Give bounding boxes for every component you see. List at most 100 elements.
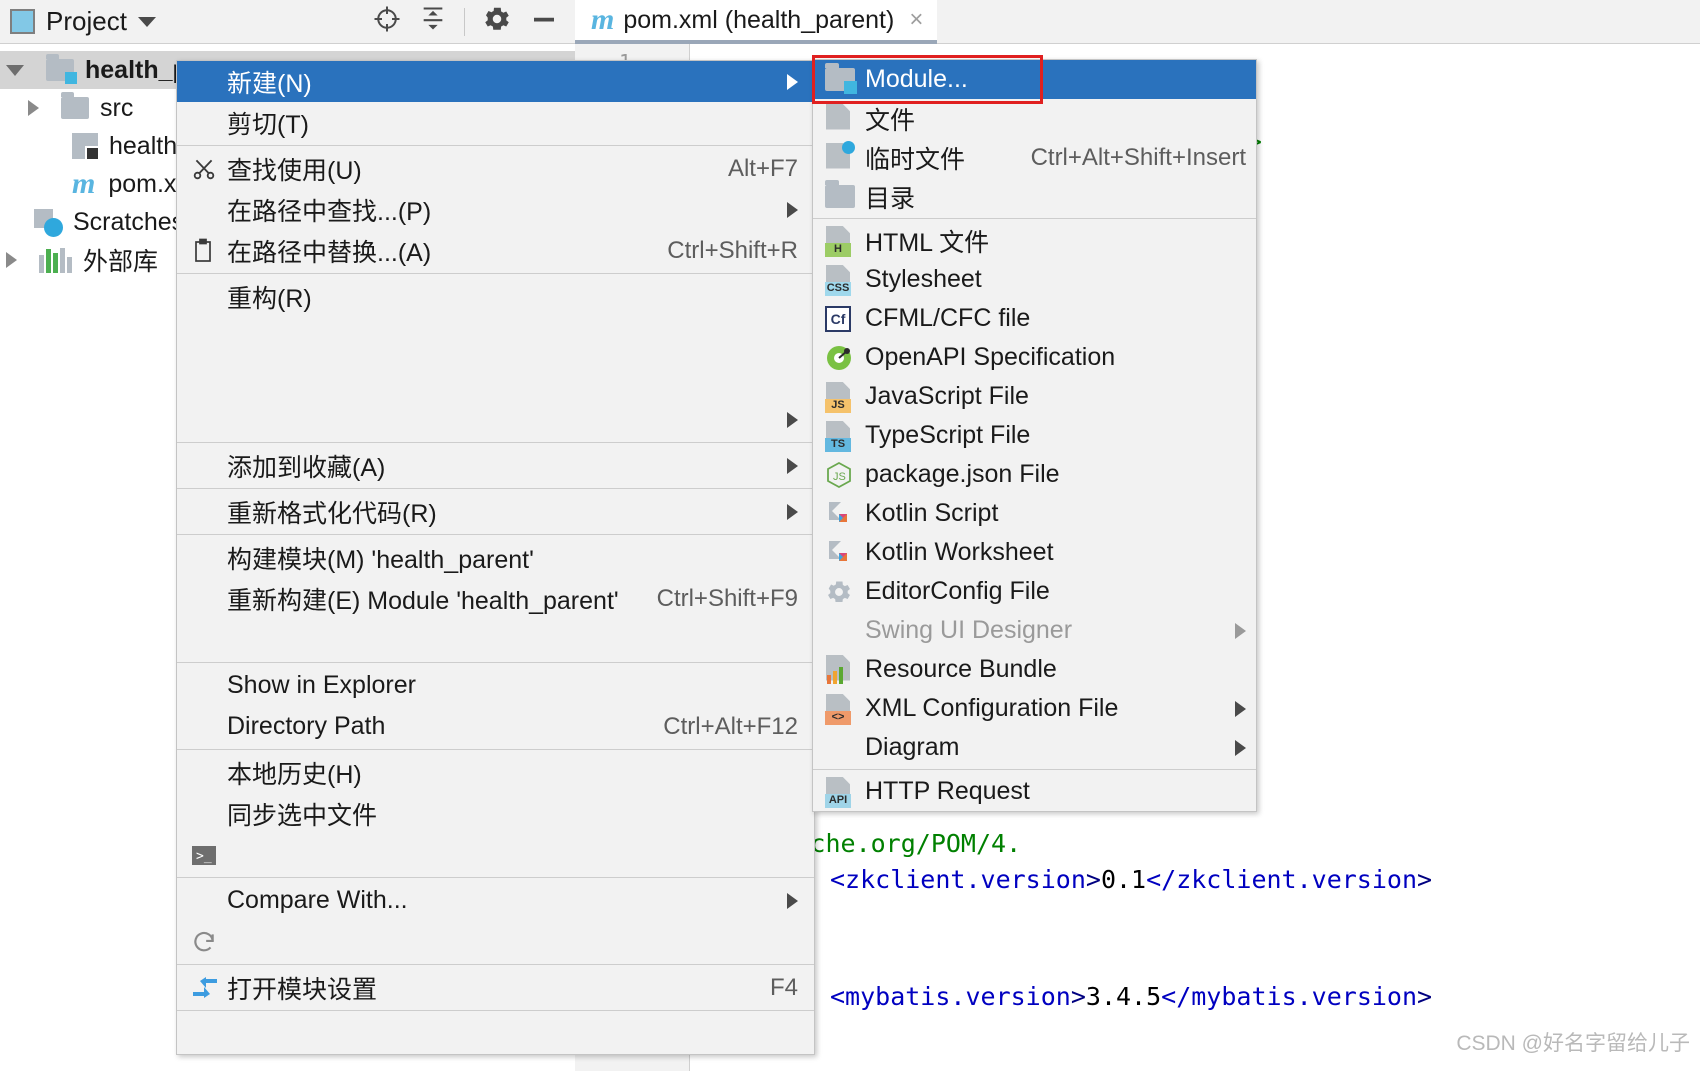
submenu-item-directory[interactable]: 目录 (813, 177, 1256, 216)
tree-item-label: 外部库 (83, 248, 159, 276)
module-folder-icon (825, 63, 865, 94)
menu-item-local-history[interactable]: Compare With... (177, 880, 814, 921)
submenu-item-label: Kotlin Worksheet (865, 538, 1054, 566)
http-request-icon: API (825, 776, 865, 808)
svg-text:JS: JS (833, 471, 846, 483)
menu-item-copy[interactable]: 在路径中查找...(P) (177, 189, 814, 230)
openapi-icon (825, 344, 865, 372)
submenu-item-label: 文件 (865, 106, 916, 135)
hide-icon[interactable] (529, 4, 559, 39)
submenu-item-editorconfig-file[interactable]: EditorConfig File (813, 572, 1256, 611)
submenu-item-scratch-file[interactable]: 临时文件 Ctrl+Alt+Shift+Insert (813, 138, 1256, 177)
submenu-item-html-file[interactable]: H HTML 文件 (813, 221, 1256, 260)
menu-item-synchronize[interactable] (177, 921, 814, 962)
menu-item-add-framework-support[interactable]: 剪切(T) (177, 102, 814, 143)
chevron-right-icon[interactable] (28, 100, 39, 116)
chevron-right-icon (787, 73, 798, 90)
submenu-separator (813, 769, 1256, 770)
menu-item-cut[interactable]: 查找使用(U) Alt+F7 (177, 148, 814, 189)
menu-item-directory-path[interactable]: 同步选中文件 (177, 793, 814, 834)
menu-item-label: 构建模块(M) 'health_parent' (227, 545, 534, 574)
tree-item-label: src (100, 93, 134, 122)
menu-separator (177, 749, 814, 750)
submenu-item-resource-bundle[interactable]: Resource Bundle (813, 650, 1256, 689)
project-toolwindow-header: Project (0, 0, 575, 44)
submenu-item-kotlin-script[interactable]: Kotlin Script (813, 494, 1256, 533)
menu-item-label: 在路径中替换...(A) (227, 238, 432, 267)
editor-tab-pom-xml[interactable]: m pom.xml (health_parent) × (575, 0, 938, 44)
menu-item-find-usages[interactable]: 重构(R) (177, 276, 814, 317)
tree-item-scratches[interactable]: Scratches a (0, 203, 205, 241)
submenu-item-label: XML Configuration File (865, 694, 1119, 722)
tree-item-external-libraries[interactable]: 外部库 (0, 241, 158, 279)
menu-item-open-in-terminal[interactable]: >_ (177, 834, 814, 875)
menu-item-label: 剪切(T) (227, 110, 309, 139)
menu-separator (177, 442, 814, 443)
menu-item-remove-module[interactable] (177, 619, 814, 660)
submenu-item-openapi-specification[interactable]: OpenAPI Specification (813, 338, 1256, 377)
submenu-item-label: Diagram (865, 733, 960, 761)
submenu-item-javascript-file[interactable]: JS JavaScript File (813, 377, 1256, 416)
chevron-right-icon (787, 457, 798, 474)
menu-item-find-in-path[interactable] (177, 317, 814, 358)
submenu-item-module[interactable]: Module... (813, 60, 1256, 99)
chevron-right-icon (787, 892, 798, 909)
chevron-right-icon (787, 411, 798, 428)
tree-item-health-module[interactable]: health_ (0, 127, 191, 165)
submenu-item-swing-ui-designer[interactable]: Swing UI Designer (813, 611, 1256, 650)
menu-item-build-module[interactable]: Show in Explorer (177, 665, 814, 706)
menu-item-shortcut: Ctrl+Alt+F12 (663, 712, 798, 740)
menu-item-show-in-explorer[interactable]: 本地历史(H) (177, 752, 814, 793)
submenu-item-label: CFML/CFC file (865, 304, 1031, 332)
new-submenu[interactable]: Module... 文件 临时文件 Ctrl+Alt+Shift+Insert … (812, 59, 1257, 812)
context-menu[interactable]: 新建(N) 剪切(T) 查找使用(U) Alt+F7 在路径中查找...(P) (176, 60, 815, 1055)
submenu-item-package-json-file[interactable]: JS package.json File (813, 455, 1256, 494)
menu-item-open-module-settings[interactable] (177, 1013, 814, 1054)
gear-icon[interactable] (482, 4, 512, 39)
submenu-item-xml-configuration-file[interactable]: <> XML Configuration File (813, 689, 1256, 728)
submenu-item-kotlin-worksheet[interactable]: Kotlin Worksheet (813, 533, 1256, 572)
chevron-down-icon[interactable] (6, 64, 24, 76)
locate-icon[interactable] (372, 4, 402, 39)
submenu-separator (813, 218, 1256, 219)
submenu-item-diagram[interactable]: Diagram (813, 728, 1256, 767)
chevron-down-icon[interactable] (137, 16, 156, 27)
menu-separator (177, 534, 814, 535)
menu-item-label: 查找使用(U) (227, 156, 362, 185)
submenu-item-label: HTTP Request (865, 777, 1030, 805)
menu-item-label: 打开模块设置 (227, 975, 378, 1004)
menu-item-paste[interactable]: 在路径中替换...(A) Ctrl+Shift+R (177, 230, 814, 271)
menu-item-compare-with[interactable]: 打开模块设置 F4 (177, 967, 814, 1008)
svg-text:>_: >_ (196, 849, 212, 864)
submenu-item-stylesheet[interactable]: CSS Stylesheet (813, 260, 1256, 299)
terminal-icon: >_ (191, 843, 227, 867)
submenu-item-http-request[interactable]: API HTTP Request (813, 772, 1256, 811)
submenu-item-label: 临时文件 (865, 145, 966, 174)
menu-item-optimize-imports[interactable]: 重新构建(E) Module 'health_parent' Ctrl+Shif… (177, 578, 814, 619)
submenu-item-cfml-cfc-file[interactable]: Cf CFML/CFC file (813, 299, 1256, 338)
close-icon[interactable]: × (909, 6, 923, 34)
menu-item-analyze[interactable] (177, 399, 814, 440)
kotlin-icon (825, 539, 865, 567)
submenu-item-typescript-file[interactable]: TS TypeScript File (813, 416, 1256, 455)
menu-item-refactor[interactable]: 添加到收藏(A) (177, 445, 814, 486)
submenu-item-label: HTML 文件 (865, 228, 990, 257)
menu-item-reformat-code[interactable]: 构建模块(M) 'health_parent' (177, 537, 814, 578)
collapse-all-icon[interactable] (419, 5, 447, 38)
menu-item-add-to-favorites[interactable]: 重新格式化代码(R) (177, 491, 814, 532)
submenu-item-label: EditorConfig File (865, 577, 1050, 605)
submenu-item-file[interactable]: 文件 (813, 99, 1256, 138)
submenu-item-label: Resource Bundle (865, 655, 1057, 683)
chevron-right-icon[interactable] (6, 252, 17, 268)
tree-item-pom-xml[interactable]: m pom.xml (0, 165, 203, 203)
menu-item-replace-in-path[interactable] (177, 358, 814, 399)
menu-item-rebuild-module[interactable]: Directory Path Ctrl+Alt+F12 (177, 706, 814, 747)
menu-item-new[interactable]: 新建(N) (177, 61, 814, 102)
library-icon (39, 247, 72, 273)
ts-file-icon: TS (825, 420, 865, 452)
editor-tab-bar: m pom.xml (health_parent) × (575, 0, 1700, 44)
project-icon (10, 9, 35, 34)
chevron-right-icon (787, 201, 798, 218)
tree-item-src[interactable]: src (0, 89, 133, 127)
maven-m-icon: m (72, 167, 96, 200)
